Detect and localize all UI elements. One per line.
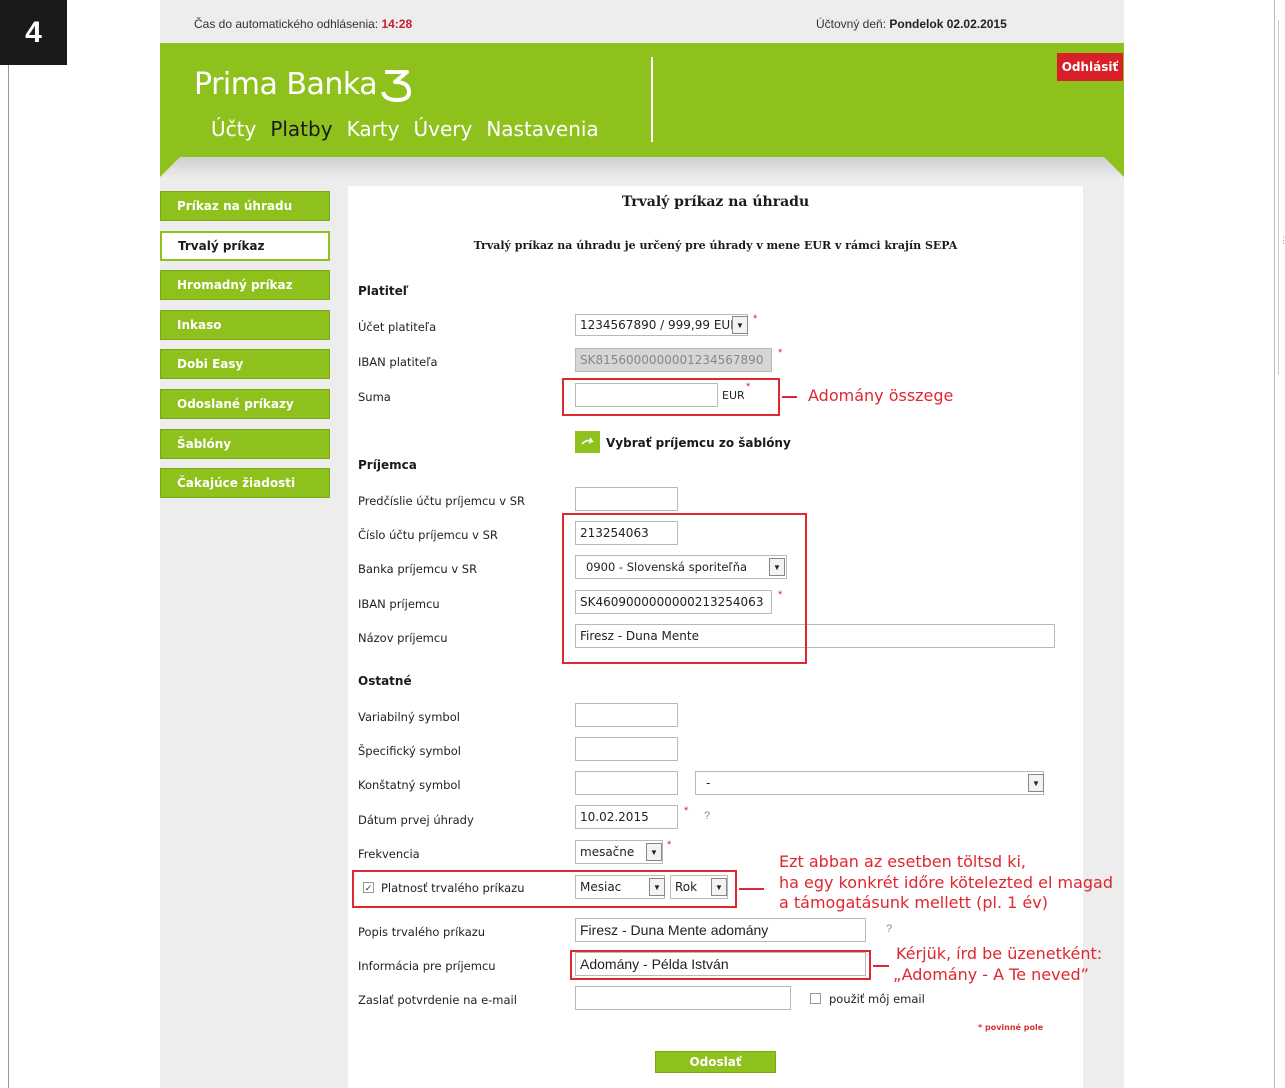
annotation-line-validity: [739, 888, 764, 890]
variable-symbol-label: Variabilný symbol: [358, 710, 460, 724]
use-my-email-label: použiť môj email: [829, 992, 925, 1006]
sidebar: Príkaz na úhradu Trvalý príkaz Hromadný …: [160, 191, 330, 508]
select-from-template-button[interactable]: [575, 431, 600, 453]
main-nav: Účty Platby Karty Úvery Nastavenia: [211, 117, 599, 141]
required-fields-note: * povinné pole: [978, 1023, 1044, 1032]
header-fold-right: [1104, 157, 1124, 177]
annotation-box-validity: [352, 870, 737, 908]
accounting-day: Účtovný deň: Pondelok 02.02.2015: [816, 17, 1007, 31]
constant-symbol-select[interactable]: -: [695, 771, 1044, 795]
required-asterisk: *: [684, 805, 689, 817]
header-shadow: [160, 157, 1124, 179]
specific-symbol-input[interactable]: [575, 737, 678, 761]
recipient-info-label: Informácia pre príjemcu: [358, 959, 496, 973]
sidebar-item-direct-debit[interactable]: Inkaso: [160, 309, 330, 340]
payer-account-label: Účet platiteľa: [358, 320, 437, 334]
section-payer: Platiteľ: [358, 284, 409, 298]
accounting-day-value: Pondelok 02.02.2015: [889, 17, 1007, 31]
payer-account-select[interactable]: 1234567890 / 999,99 EUR: [575, 314, 748, 336]
description-input[interactable]: Firesz - Duna Mente adomány: [575, 918, 866, 942]
sidebar-item-payment-order[interactable]: Príkaz na úhradu: [160, 191, 330, 221]
payer-iban-label: IBAN platiteľa: [358, 355, 438, 369]
required-asterisk: *: [778, 347, 783, 359]
annotation-line-info: [873, 965, 889, 967]
logout-button[interactable]: Odhlásiť: [1057, 53, 1123, 81]
payer-iban-field: SK8156000000001234567890: [575, 348, 772, 372]
constant-symbol-label: Konštatný symbol: [358, 778, 461, 792]
chevron-down-icon[interactable]: ▼: [732, 316, 748, 334]
payer-account-value: 1234567890 / 999,99 EUR: [580, 318, 739, 332]
recipient-prefix-input[interactable]: [575, 487, 678, 511]
first-payment-date-label: Dátum prvej úhrady: [358, 813, 474, 827]
nav-payments[interactable]: Platby: [270, 117, 332, 141]
header-divider: [651, 57, 653, 142]
frame-border-left: [8, 0, 9, 1088]
sidebar-item-sent-orders[interactable]: Odoslané príkazy: [160, 388, 330, 419]
required-asterisk: *: [753, 313, 758, 325]
amount-label: Suma: [358, 390, 391, 404]
help-icon[interactable]: ?: [886, 923, 892, 935]
chevron-down-icon[interactable]: ▼: [646, 843, 662, 861]
annotation-box-amount: [562, 378, 780, 416]
sidebar-item-dobi-easy[interactable]: Dobi Easy: [160, 349, 330, 380]
annotation-info-line1: Kérjük, írd be üzenetként:: [896, 944, 1103, 963]
frame-border-right: [1274, 0, 1275, 1088]
select-from-template-label[interactable]: Vybrať príjemcu zo šablóny: [606, 436, 791, 450]
description-label: Popis trvalého príkazu: [358, 925, 486, 939]
logout-timer: Čas do automatického odhlásenia: 14:28: [194, 17, 412, 31]
required-asterisk: *: [667, 839, 672, 851]
sidebar-item-pending-requests[interactable]: Čakajúce žiadosti: [160, 468, 330, 499]
recipient-iban-label: IBAN príjemcu: [358, 597, 440, 611]
recipient-account-label: Číslo účtu príjemcu v SR: [358, 528, 498, 542]
page-title: Trvalý príkaz na úhradu: [621, 194, 810, 210]
annotation-validity-line1: Ezt abban az esetben töltsd ki,: [779, 852, 1026, 871]
sidebar-item-templates[interactable]: Šablóny: [160, 428, 330, 459]
logout-timer-value: 14:28: [381, 17, 413, 31]
recipient-prefix-label: Predčíslie účtu príjemcu v SR: [358, 494, 525, 508]
prima-banka-logo[interactable]: Prima Banka: [194, 67, 415, 102]
annotation-box-recipient: [562, 513, 807, 664]
header: Prima Banka Účty Platby Karty Úvery Nast…: [160, 43, 1124, 157]
section-other: Ostatné: [358, 674, 412, 688]
first-payment-date-input[interactable]: 10.02.2015: [575, 805, 678, 829]
recipient-name-label: Názov príjemcu: [358, 631, 448, 645]
annotation-validity-line3: a támogatásunk mellett (pl. 1 év): [779, 893, 1048, 912]
help-icon[interactable]: ?: [704, 810, 710, 822]
email-confirmation-label: Zaslať potvrdenie na e-mail: [358, 993, 517, 1007]
annotation-amount: Adomány összege: [808, 386, 954, 405]
accounting-day-label: Účtovný deň:: [816, 17, 890, 31]
scrollbar[interactable]: [1278, 20, 1284, 375]
nav-accounts[interactable]: Účty: [211, 117, 256, 141]
page-subtitle: Trvalý príkaz na úhradu je určený pre úh…: [473, 239, 958, 252]
logout-timer-label: Čas do automatického odhlásenia:: [194, 17, 382, 31]
specific-symbol-label: Špecifický symbol: [358, 744, 462, 758]
frequency-label: Frekvencia: [358, 847, 420, 861]
logo-mark-icon: [381, 69, 412, 102]
annotation-validity-line2: ha egy konkrét időre kötelezted el magad: [779, 873, 1113, 892]
nav-loans[interactable]: Úvery: [413, 117, 472, 141]
section-recipient: Príjemca: [358, 458, 417, 472]
recipient-bank-label: Banka príjemcu v SR: [358, 562, 478, 576]
annotation-info-line2: „Adomány - A Te neved”: [893, 965, 1089, 984]
sidebar-item-bulk-order[interactable]: Hromadný príkaz: [160, 270, 330, 301]
submit-button[interactable]: Odoslať: [655, 1051, 776, 1073]
scrollbar-grip-icon: ⋮: [1279, 235, 1285, 245]
logo-text: Prima Banka: [194, 67, 378, 102]
header-fold-left: [160, 157, 180, 177]
sidebar-item-standing-order[interactable]: Trvalý príkaz: [160, 230, 330, 261]
use-my-email-checkbox[interactable]: [810, 993, 821, 1004]
chevron-down-icon[interactable]: ▼: [1028, 774, 1044, 792]
variable-symbol-input[interactable]: [575, 703, 678, 727]
nav-cards[interactable]: Karty: [347, 117, 400, 141]
annotation-line-amount: [782, 396, 797, 398]
nav-settings[interactable]: Nastavenia: [486, 117, 598, 141]
arrow-right-icon: [580, 437, 594, 445]
email-confirmation-input[interactable]: [575, 986, 791, 1010]
step-number-badge: 4: [0, 0, 67, 65]
annotation-box-info: [570, 950, 871, 980]
constant-symbol-input[interactable]: [575, 771, 678, 795]
top-info-bar: Čas do automatického odhlásenia: 14:28 Ú…: [160, 0, 1102, 43]
